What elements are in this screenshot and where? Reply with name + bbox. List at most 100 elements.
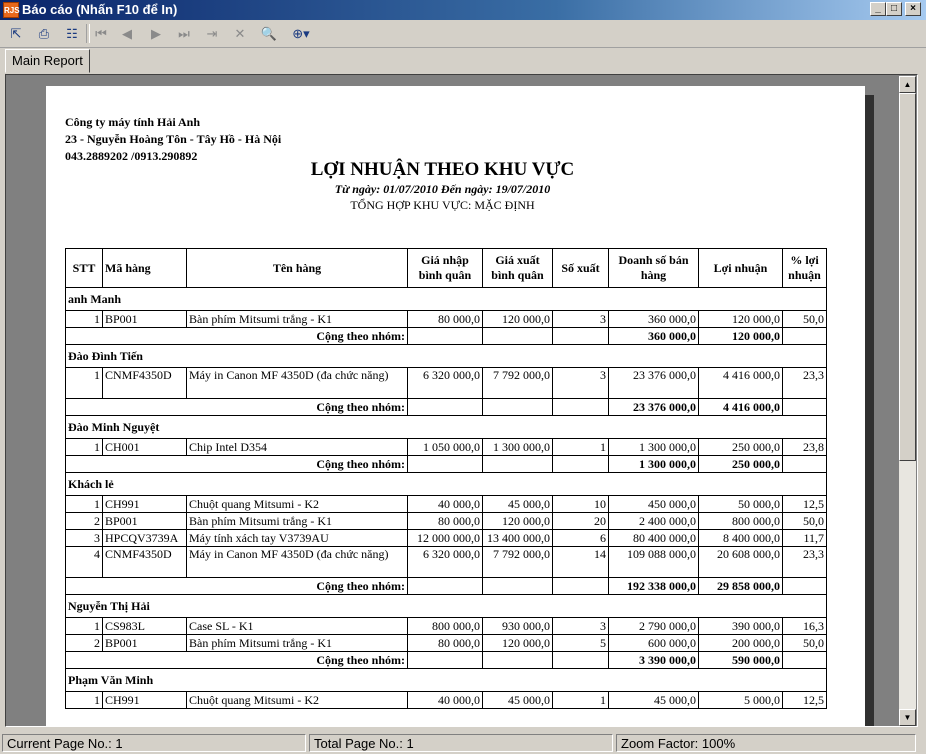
table-cell: 600 000,0 — [608, 634, 699, 652]
table-cell: 45 000,0 — [608, 691, 699, 709]
table-cell: 80 000,0 — [407, 512, 483, 530]
subtotal-revenue: 192 338 000,0 — [608, 577, 699, 595]
scroll-up-icon[interactable]: ▲ — [899, 76, 916, 93]
table-cell: 1 — [65, 495, 103, 513]
first-page-icon[interactable]: ⏮ — [91, 24, 111, 43]
subtotal-row: Cộng theo nhóm: 192 338 000,0 29 858 000,0 — [65, 577, 827, 595]
table-cell — [552, 651, 609, 669]
table-cell: 120 000,0 — [482, 512, 553, 530]
table-cell: 2 — [65, 634, 103, 652]
group-name: Phạm Văn Minh — [65, 668, 827, 692]
table-cell: Bàn phím Mitsumi trắng - K1 — [186, 310, 408, 328]
scroll-thumb[interactable] — [899, 93, 916, 461]
table-cell: 5 — [552, 634, 609, 652]
table-cell: 6 320 000,0 — [407, 546, 483, 578]
table-cell: 4 416 000,0 — [698, 367, 783, 399]
subtotal-label: Cộng theo nhóm: — [65, 398, 408, 416]
table-row: 1 CH991 Chuột quang Mitsumi - K2 40 000,0 45… — [65, 495, 827, 513]
table-cell: 23,3 — [782, 367, 827, 399]
table-cell — [552, 455, 609, 473]
table-row: 2 BP001 Bàn phím Mitsumi trắng - K1 80 000,… — [65, 512, 827, 530]
subtotal-row: Cộng theo nhóm: 1 300 000,0 250 000,0 — [65, 455, 827, 473]
table-cell: CS983L — [102, 617, 187, 635]
table-cell: CNMF4350D — [102, 367, 187, 399]
table-row: 4 CNMF4350D Máy in Canon MF 4350D (đa chức… — [65, 546, 827, 578]
table-cell: 20 608 000,0 — [698, 546, 783, 578]
table-cell — [482, 398, 553, 416]
table-cell: 23,8 — [782, 438, 827, 456]
total-page-status: Total Page No.: 1 — [309, 734, 613, 752]
table-cell: 1 — [552, 691, 609, 709]
table-cell: 4 — [65, 546, 103, 578]
table-cell: 1 — [65, 617, 103, 635]
company-name: Công ty máy tính Hải Anh — [65, 115, 201, 129]
table-cell: 6 — [552, 529, 609, 547]
zoom-status: Zoom Factor: 100% — [616, 734, 916, 752]
group-name: Đào Minh Nguyệt — [65, 415, 827, 439]
table-cell — [782, 327, 827, 345]
table-cell: CNMF4350D — [102, 546, 187, 578]
column-header: Lợi nhuận — [698, 248, 783, 288]
minimize-button[interactable]: _ — [870, 2, 886, 16]
app-icon: RJS — [3, 2, 20, 18]
report-summary: TỔNG HỢP KHU VỰC: MẶC ĐỊNH — [350, 198, 535, 212]
maximize-button[interactable]: □ — [886, 2, 902, 16]
table-cell — [482, 327, 553, 345]
table-cell: 1 — [65, 310, 103, 328]
report-viewer[interactable]: Công ty máy tính Hải Anh 23 - Nguyễn Hoà… — [5, 74, 918, 727]
stop-icon[interactable]: ✕ — [230, 24, 250, 43]
group-header-row: anh Manh — [65, 287, 827, 311]
table-cell: 450 000,0 — [608, 495, 699, 513]
next-page-icon[interactable]: ▶ — [146, 24, 166, 43]
table-cell: 200 000,0 — [698, 634, 783, 652]
table-cell — [407, 327, 483, 345]
subtotal-label: Cộng theo nhóm: — [65, 327, 408, 345]
table-cell: 930 000,0 — [482, 617, 553, 635]
table-cell: Bàn phím Mitsumi trắng - K1 — [186, 634, 408, 652]
table-cell: Chuột quang Mitsumi - K2 — [186, 495, 408, 513]
subtotal-revenue: 1 300 000,0 — [608, 455, 699, 473]
report-table: STT Mã hàng Tên hàng Giá nhập bình quân … — [65, 248, 827, 709]
goto-page-icon[interactable]: ⇥ — [202, 24, 222, 43]
table-cell: 50,0 — [782, 634, 827, 652]
table-cell: BP001 — [102, 634, 187, 652]
table-cell: 12,5 — [782, 495, 827, 513]
table-cell: 5 000,0 — [698, 691, 783, 709]
close-button[interactable]: × — [905, 2, 921, 16]
table-cell: 10 — [552, 495, 609, 513]
vertical-scrollbar[interactable]: ▲ ▼ — [899, 76, 916, 726]
table-cell: Chip Intel D354 — [186, 438, 408, 456]
table-cell: 45 000,0 — [482, 691, 553, 709]
table-cell: 2 790 000,0 — [608, 617, 699, 635]
group-name: Nguyễn Thị Hải — [65, 594, 827, 618]
search-icon[interactable]: 🔍 — [259, 24, 279, 43]
subtotal-profit: 29 858 000,0 — [698, 577, 783, 595]
table-cell: 20 — [552, 512, 609, 530]
export-icon[interactable]: ⇱ — [6, 24, 26, 43]
table-cell — [407, 651, 483, 669]
table-row: 1 CH001 Chip Intel D354 1 050 000,0 1 300 00… — [65, 438, 827, 456]
table-row: 1 CNMF4350D Máy in Canon MF 4350D (đa chức… — [65, 367, 827, 399]
zoom-dropdown-icon[interactable]: ⊕▾ — [287, 24, 315, 43]
tree-toggle-icon[interactable]: ☷ — [62, 24, 82, 43]
table-cell: CH991 — [102, 691, 187, 709]
table-cell: CH991 — [102, 495, 187, 513]
table-cell: 1 — [65, 367, 103, 399]
table-cell — [482, 577, 553, 595]
scroll-down-icon[interactable]: ▼ — [899, 709, 916, 726]
table-cell: HPCQV3739A — [102, 529, 187, 547]
tab-main-report[interactable]: Main Report — [5, 49, 90, 73]
table-cell: Máy in Canon MF 4350D (đa chức năng) — [186, 367, 408, 399]
previous-page-icon[interactable]: ◀ — [117, 24, 137, 43]
print-icon[interactable]: ⎙ — [34, 24, 54, 43]
table-cell: CH001 — [102, 438, 187, 456]
table-cell: 14 — [552, 546, 609, 578]
group-header-row: Đào Đình Tiến — [65, 344, 827, 368]
group-header-row: Nguyễn Thị Hải — [65, 594, 827, 618]
table-cell — [782, 577, 827, 595]
table-row: 3 HPCQV3739A Máy tính xách tay V3739AU 12 0… — [65, 529, 827, 547]
table-cell: 12,5 — [782, 691, 827, 709]
table-cell: 1 300 000,0 — [482, 438, 553, 456]
table-cell: BP001 — [102, 310, 187, 328]
last-page-icon[interactable]: ⏭ — [174, 24, 194, 43]
